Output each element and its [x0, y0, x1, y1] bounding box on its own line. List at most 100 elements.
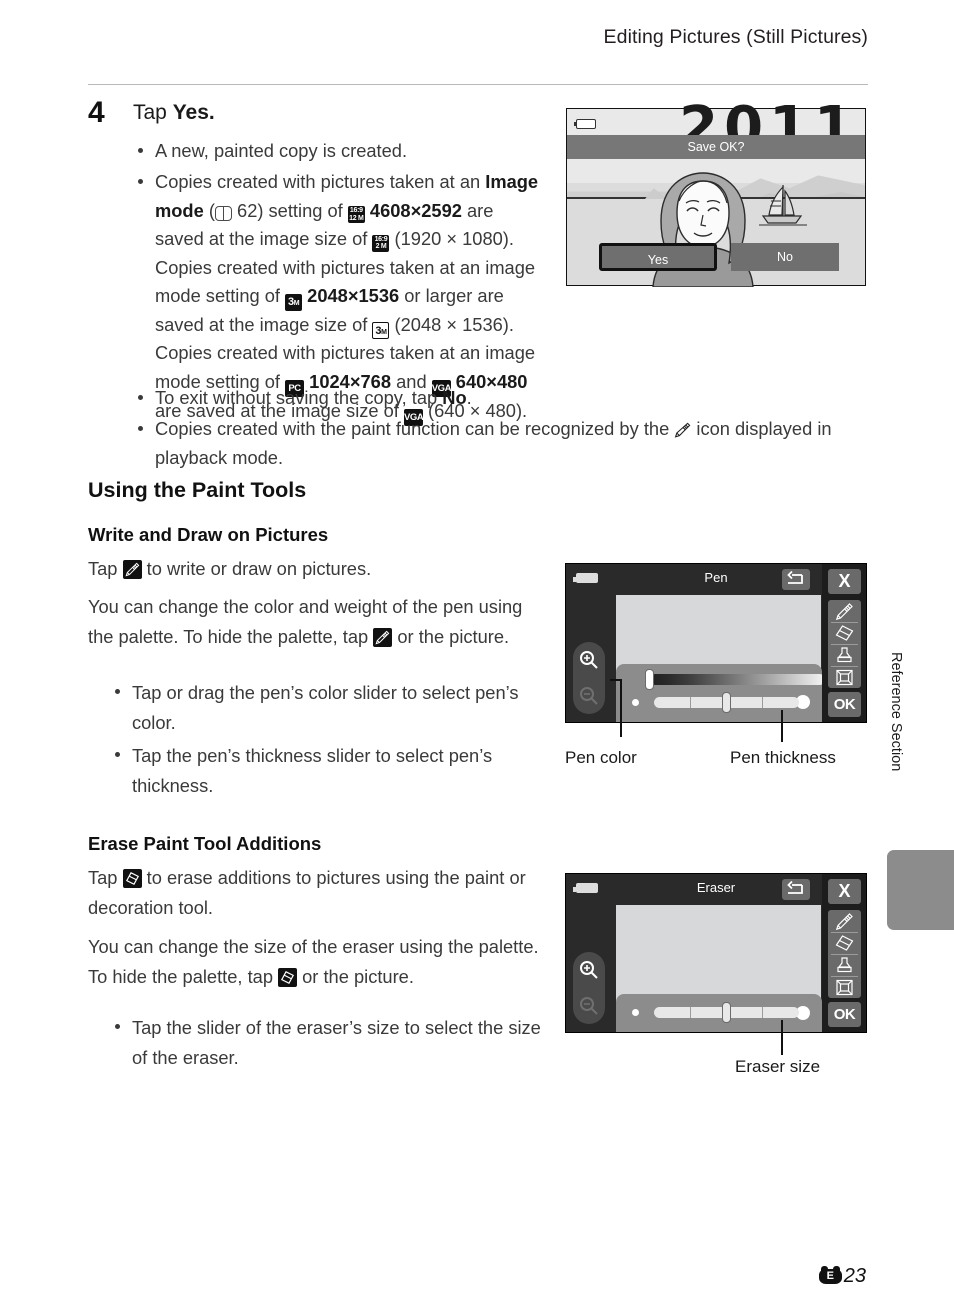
- tool-button-group: [828, 600, 861, 688]
- bullet-eraser-size-slider: Tap the slider of the eraser’s size to s…: [110, 1013, 550, 1073]
- battery-icon: [574, 119, 596, 129]
- pen-screen-title: Pen: [704, 570, 728, 585]
- close-button[interactable]: X: [828, 879, 861, 904]
- erase-bullets: Tap the slider of the eraser’s size to s…: [110, 1013, 550, 1076]
- zoom-out-button[interactable]: [573, 678, 605, 714]
- text-run: Tap: [88, 558, 123, 579]
- term-no: No: [442, 387, 467, 408]
- tool-button-group: [828, 910, 861, 998]
- text-run: to write or draw on pictures.: [141, 558, 372, 579]
- callout-leader-pen-color-tick: [610, 679, 622, 681]
- step-title-emphasis: Yes.: [172, 101, 215, 124]
- side-tab-marker: [887, 850, 954, 930]
- resolution-2048x1536: 2048×1536: [307, 285, 400, 307]
- callout-leader-pen-color: [620, 679, 622, 737]
- callout-leader-eraser-size: [781, 1020, 783, 1055]
- bullet-text: Tap the slider of the eraser’s size to s…: [132, 1017, 541, 1068]
- stamp-tool-button[interactable]: [828, 644, 861, 666]
- paragraph-write-draw-2: You can change the color and weight of t…: [88, 592, 528, 652]
- paint-pencil-icon: [674, 418, 691, 439]
- ok-button[interactable]: OK: [828, 1002, 861, 1027]
- back-button[interactable]: [782, 879, 810, 900]
- write-draw-bullets: Tap or drag the pen’s color slider to se…: [110, 678, 550, 804]
- pen-palette: [616, 664, 825, 722]
- text-run: or the picture.: [392, 626, 510, 647]
- scene-sailboat: [757, 183, 813, 236]
- section-badge-icon: E: [818, 1266, 842, 1284]
- paragraph-write-draw-1: Tap to write or draw on pictures.: [88, 554, 548, 584]
- eraser-tool-icon-2: [278, 968, 298, 987]
- close-button[interactable]: X: [828, 569, 861, 594]
- text-run: or the picture.: [297, 966, 414, 987]
- book-page-ref-icon: [215, 205, 232, 221]
- text-run: ) setting of: [257, 199, 348, 221]
- image-mode-16x9-2m-icon: 16:9 2 M: [372, 234, 390, 252]
- slider-tick: [762, 1007, 763, 1018]
- pen-tool-icon-2: [373, 628, 393, 647]
- resolution-4608x2592: 4608×2592: [369, 199, 462, 221]
- pen-tool-screen: Pen X OK: [565, 563, 867, 723]
- bullet-paint-icon-recognition: Copies created with the paint function c…: [133, 415, 870, 472]
- callout-leader-pen-thickness: [781, 710, 783, 742]
- frame-tool-button[interactable]: [828, 666, 861, 688]
- bullet-text: A new, painted copy is created.: [155, 140, 408, 161]
- ok-button[interactable]: OK: [828, 692, 861, 717]
- side-tab-label: Reference Section: [888, 652, 904, 772]
- pen-tool-rail: X OK: [822, 564, 866, 722]
- callout-pen-thickness: Pen thickness: [730, 748, 836, 767]
- eraser-tool-screen: Eraser X OK: [565, 873, 867, 1033]
- callout-eraser-size: Eraser size: [735, 1057, 821, 1076]
- pen-color-slider-knob[interactable]: [645, 669, 654, 690]
- text-run: to erase additions to pictures using the…: [88, 867, 526, 918]
- stamp-tool-button[interactable]: [828, 954, 861, 976]
- image-mode-16x9-12m-icon: 16:9 12 M: [347, 206, 365, 224]
- subheading-write-draw: Write and Draw on Pictures: [88, 524, 329, 545]
- step4-bullets-lower: To exit without saving the copy, tap No.…: [133, 312, 870, 475]
- text-run: Tap: [88, 867, 123, 888]
- page-footer: E 23: [818, 1265, 866, 1288]
- eraser-tool-button[interactable]: [828, 622, 861, 644]
- pencil-tool-button[interactable]: [828, 910, 861, 932]
- text-run: Copies created with the paint function c…: [155, 418, 675, 440]
- back-button[interactable]: [782, 569, 810, 590]
- bullet-exit-no: To exit without saving the copy, tap No.: [133, 384, 870, 412]
- text-run: (: [203, 199, 215, 221]
- bullet-pen-color-slider: Tap or drag the pen’s color slider to se…: [110, 678, 550, 738]
- zoom-controls: [573, 642, 605, 714]
- page-ref-number: 62: [237, 199, 258, 221]
- slider-tick: [690, 697, 691, 708]
- save-confirmation-screen: 2011 Save OK? Yes No: [566, 95, 866, 288]
- bullet-text: Tap the pen’s thickness slider to select…: [132, 745, 493, 796]
- eraser-screen-title: Eraser: [696, 880, 736, 895]
- eraser-size-slider-knob[interactable]: [722, 1002, 731, 1023]
- step-number: 4: [88, 96, 105, 129]
- subheading-erase-paint: Erase Paint Tool Additions: [88, 833, 322, 854]
- image-mode-3m-black-icon: 3M: [285, 294, 303, 312]
- frame-tool-button[interactable]: [828, 976, 861, 998]
- pen-tool-icon: [122, 560, 142, 579]
- paragraph-erase-1: Tap to erase additions to pictures using…: [88, 863, 548, 923]
- section-heading-paint-tools: Using the Paint Tools: [88, 478, 307, 502]
- slider-tick: [762, 697, 763, 708]
- eraser-tool-rail: X OK: [822, 874, 866, 1032]
- page-header: Editing Pictures (Still Pictures): [603, 26, 868, 48]
- bullet-pen-thickness-slider: Tap the pen’s thickness slider to select…: [110, 741, 550, 801]
- zoom-out-button[interactable]: [573, 988, 605, 1024]
- no-button[interactable]: No: [731, 243, 839, 271]
- page-number: 23: [843, 1265, 866, 1287]
- pen-color-slider[interactable]: [650, 674, 825, 685]
- zoom-controls: [573, 952, 605, 1024]
- callout-pen-color: Pen color: [565, 748, 637, 767]
- pen-thickness-slider-knob[interactable]: [722, 692, 731, 713]
- zoom-in-button[interactable]: [573, 952, 605, 988]
- eraser-tool-button[interactable]: [828, 932, 861, 954]
- eraser-palette: [616, 994, 822, 1032]
- text-run: .: [466, 387, 472, 408]
- pencil-tool-button[interactable]: [828, 600, 861, 622]
- zoom-in-button[interactable]: [573, 642, 605, 678]
- yes-button[interactable]: Yes: [599, 243, 717, 271]
- slider-tick: [690, 1007, 691, 1018]
- thickness-min-indicator: [632, 699, 639, 706]
- step-title-lead: Tap: [133, 101, 173, 124]
- save-dialog-buttons: Yes No: [567, 243, 865, 273]
